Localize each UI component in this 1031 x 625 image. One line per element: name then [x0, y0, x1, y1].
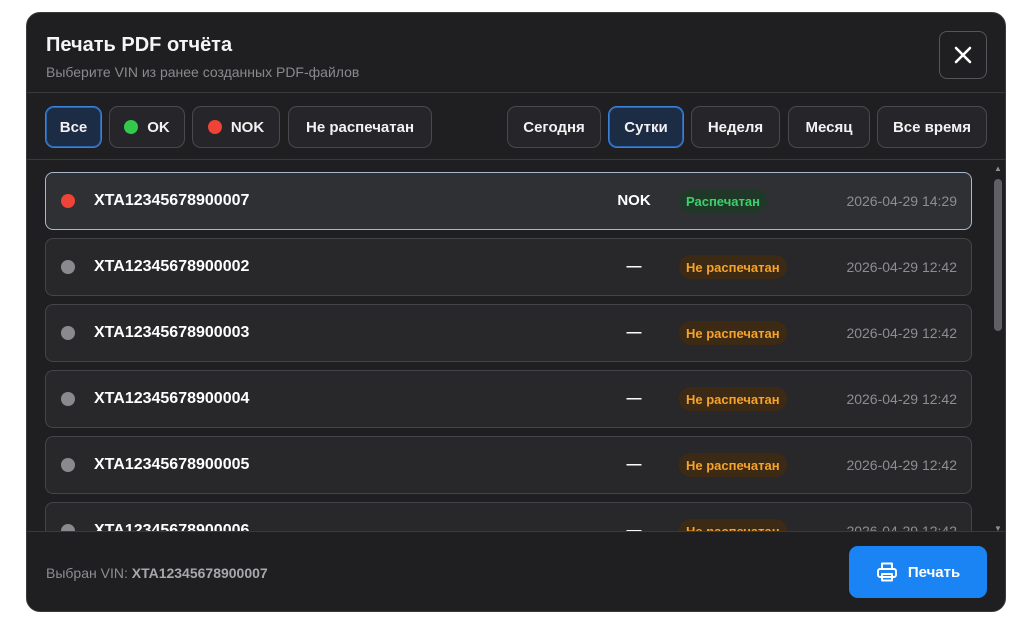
status-badge: Распечатан — [679, 189, 767, 213]
vin-text: XTA12345678900002 — [94, 258, 250, 275]
timestamp: 2026-04-29 12:42 — [846, 259, 957, 275]
dialog-subtitle: Выберите VIN из ранее созданных PDF-файл… — [46, 64, 360, 80]
list-scrollbar[interactable]: ▲ ▼ — [992, 163, 1004, 533]
result-text: — — [626, 390, 642, 407]
filter-nok-label: NOK — [230, 118, 265, 136]
period-month-label: Месяц — [805, 118, 853, 136]
status-dot — [61, 260, 75, 274]
timestamp: 2026-04-29 14:29 — [846, 193, 957, 209]
arrow-up-icon[interactable]: ▲ — [992, 163, 1004, 173]
period-day[interactable]: Сутки — [608, 106, 684, 148]
scrollbar-thumb[interactable] — [994, 179, 1002, 331]
filter-not-printed-label: Не распечатан — [305, 118, 415, 136]
status-dot — [61, 392, 75, 406]
vin-text: XTA12345678900004 — [94, 390, 250, 407]
list-item[interactable]: XTA12345678900004 — Не распечатан 2026-0… — [45, 370, 972, 428]
print-button-label: Печать — [907, 563, 961, 581]
period-today[interactable]: Сегодня — [507, 106, 601, 148]
dialog-title: Печать PDF отчёта — [46, 34, 233, 56]
status-badge: Не распечатан — [679, 519, 787, 531]
selected-vin-label: Выбран VIN: — [46, 565, 128, 581]
dialog-header: Печать PDF отчёта Выберите VIN из ранее … — [27, 13, 1005, 93]
status-dot — [61, 194, 75, 208]
nok-status-dot — [207, 120, 222, 134]
status-badge: Не распечатан — [679, 453, 787, 477]
status-badge: Не распечатан — [679, 387, 787, 411]
result-text: NOK — [617, 192, 651, 209]
period-week-label: Неделя — [707, 118, 764, 136]
period-all-time[interactable]: Все время — [877, 106, 987, 148]
selected-vin-info: Выбран VIN: XTA12345678900007 — [46, 565, 268, 581]
list-item[interactable]: XTA12345678900002 — Не распечатан 2026-0… — [45, 238, 972, 296]
period-month[interactable]: Месяц — [788, 106, 870, 148]
vin-text: XTA12345678900006 — [94, 522, 250, 531]
print-button[interactable]: Печать — [849, 546, 987, 598]
vin-text: XTA12345678900007 — [94, 192, 250, 209]
filter-all-label: Все — [59, 118, 88, 136]
filter-ok-label: OK — [147, 118, 170, 136]
period-week[interactable]: Неделя — [691, 106, 780, 148]
result-text: — — [626, 258, 642, 275]
printer-icon — [876, 562, 897, 582]
print-pdf-dialog: Печать PDF отчёта Выберите VIN из ранее … — [26, 12, 1006, 612]
list-item[interactable]: XTA12345678900007 NOK Распечатан 2026-04… — [45, 172, 972, 230]
period-day-label: Сутки — [624, 118, 668, 136]
close-icon — [954, 46, 972, 64]
vin-list: XTA12345678900007 NOK Распечатан 2026-04… — [27, 161, 1005, 531]
timestamp: 2026-04-29 12:42 — [846, 523, 957, 531]
status-dot — [61, 524, 75, 531]
dialog-footer: Выбран VIN: XTA12345678900007 Печать — [27, 531, 1005, 611]
filter-ok[interactable]: OK — [109, 106, 185, 148]
result-text: — — [626, 324, 642, 341]
period-today-label: Сегодня — [523, 118, 585, 136]
result-text: — — [626, 522, 642, 531]
timestamp: 2026-04-29 12:42 — [846, 457, 957, 473]
list-item[interactable]: XTA12345678900006 — Не распечатан 2026-0… — [45, 502, 972, 531]
vin-text: XTA12345678900003 — [94, 324, 250, 341]
status-badge: Не распечатан — [679, 255, 787, 279]
result-text: — — [626, 456, 642, 473]
filter-not-printed[interactable]: Не распечатан — [288, 106, 432, 148]
filter-nok[interactable]: NOK — [192, 106, 280, 148]
list-item[interactable]: XTA12345678900005 — Не распечатан 2026-0… — [45, 436, 972, 494]
timestamp: 2026-04-29 12:42 — [846, 391, 957, 407]
selected-vin-value: XTA12345678900007 — [131, 565, 268, 581]
filter-all[interactable]: Все — [45, 106, 102, 148]
status-badge: Не распечатан — [679, 321, 787, 345]
ok-status-dot — [124, 120, 139, 134]
period-all-time-label: Все время — [892, 118, 972, 136]
status-dot — [61, 458, 75, 472]
vin-text: XTA12345678900005 — [94, 456, 250, 473]
timestamp: 2026-04-29 12:42 — [846, 325, 957, 341]
filter-bar: Все OK NOK Не распечатан Сегодня Сутки Н… — [27, 93, 1005, 160]
status-dot — [61, 326, 75, 340]
list-item[interactable]: XTA12345678900003 — Не распечатан 2026-0… — [45, 304, 972, 362]
close-button[interactable] — [939, 31, 987, 79]
